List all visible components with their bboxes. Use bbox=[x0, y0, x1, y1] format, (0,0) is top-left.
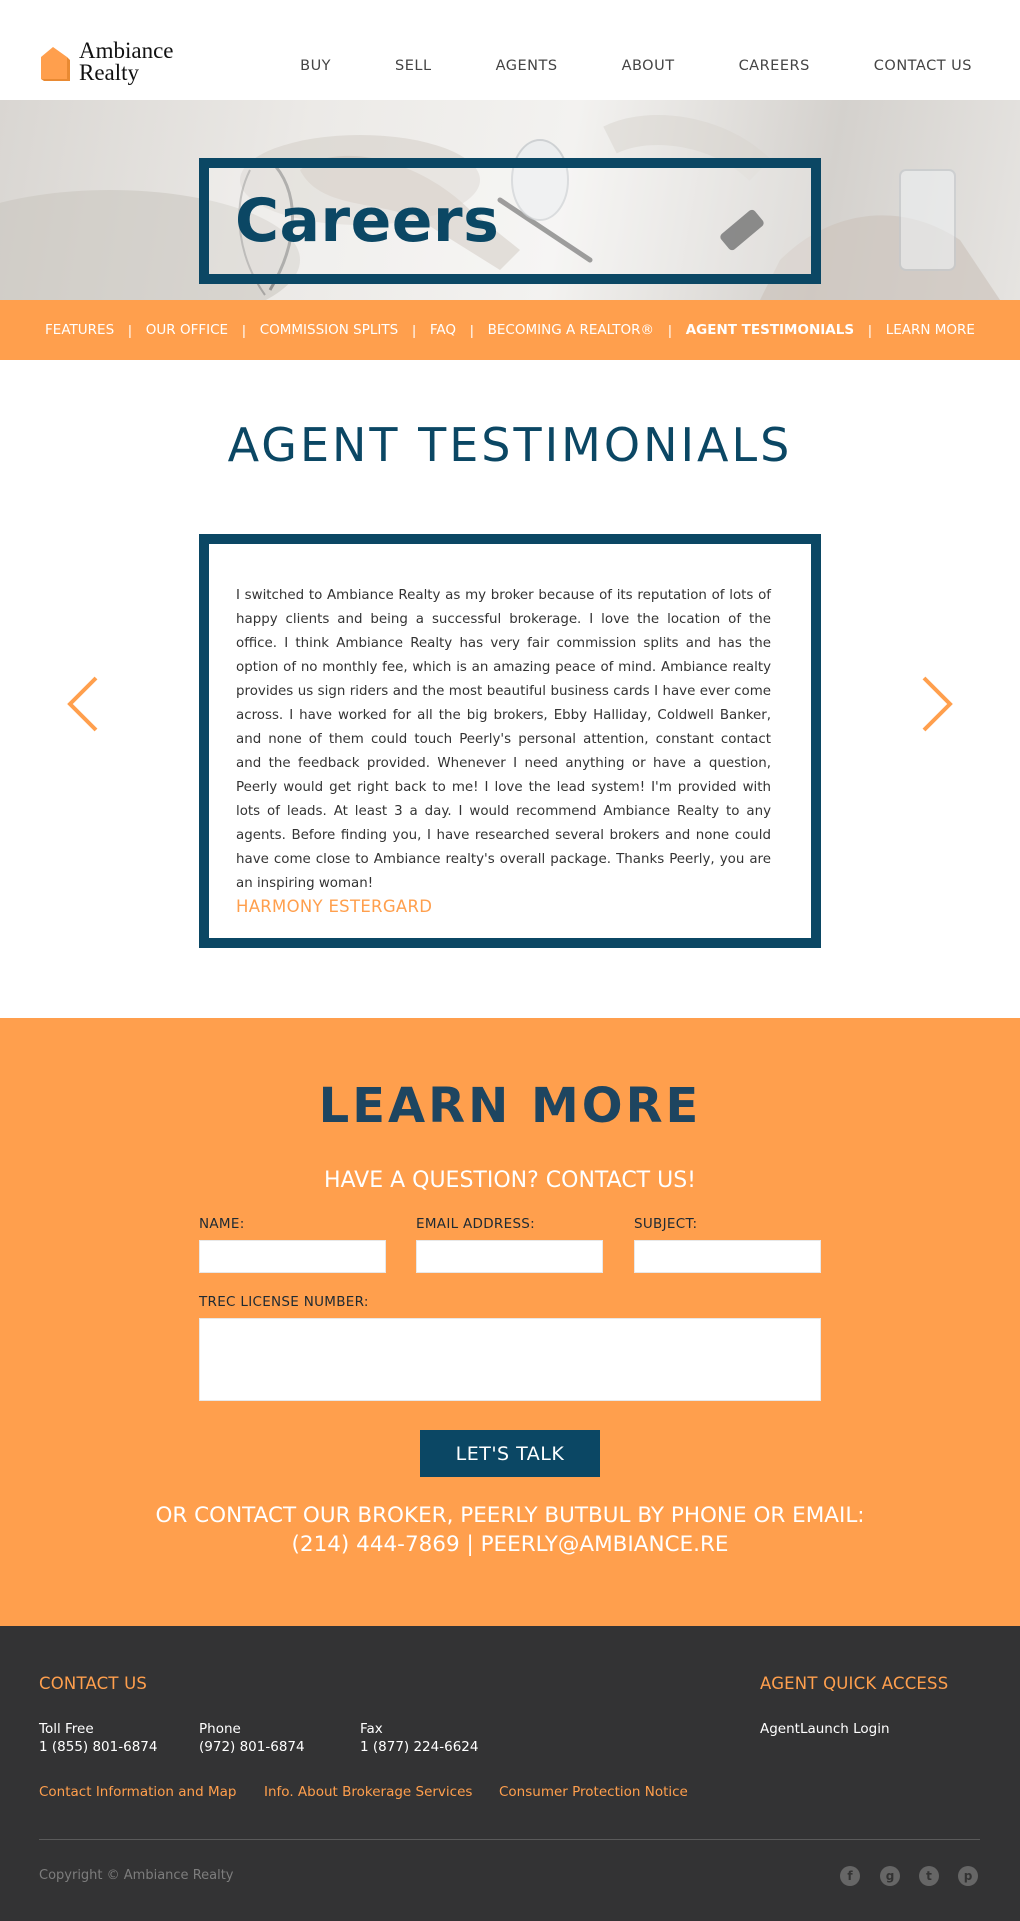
nav-sell[interactable]: SELL bbox=[395, 58, 432, 74]
nav-buy[interactable]: BUY bbox=[300, 58, 331, 74]
phone-label: Phone bbox=[199, 1721, 241, 1737]
logo-line-1: Ambiance bbox=[79, 38, 174, 63]
fax-label: Fax bbox=[360, 1721, 383, 1737]
subnav-learn-more[interactable]: LEARN MORE bbox=[886, 322, 975, 338]
chevron-left-icon bbox=[67, 676, 98, 732]
toll-free-block: Toll Free 1 (855) 801-6874 bbox=[39, 1720, 157, 1756]
section-subnav: FEATURES | OUR OFFICE | COMMISSION SPLIT… bbox=[0, 300, 1020, 360]
email-label: EMAIL ADDRESS: bbox=[416, 1216, 536, 1232]
footer-divider bbox=[39, 1839, 980, 1840]
pinterest-icon[interactable]: p bbox=[958, 1866, 978, 1886]
broker-contact-line: OR CONTACT OUR BROKER, PEERLY BUTBUL BY … bbox=[155, 1503, 865, 1528]
hero-title-frame: Careers bbox=[199, 158, 821, 284]
lets-talk-button[interactable]: LET'S TALK bbox=[420, 1430, 600, 1477]
main-nav: BUY SELL AGENTS ABOUT CAREERS CONTACT US bbox=[236, 58, 972, 74]
toll-free-number[interactable]: 1 (855) 801-6874 bbox=[39, 1738, 157, 1756]
subnav-separator: | bbox=[470, 322, 474, 338]
logo[interactable]: Ambiance Realty bbox=[39, 38, 174, 85]
subnav-becoming-a-realtor[interactable]: BECOMING A REALTOR® bbox=[488, 322, 654, 338]
subnav-features[interactable]: FEATURES bbox=[45, 322, 114, 338]
fax-block: Fax 1 (877) 224-6624 bbox=[360, 1720, 478, 1756]
fax-number: 1 (877) 224-6624 bbox=[360, 1739, 479, 1755]
site-header: Ambiance Realty BUY SELL AGENTS ABOUT CA… bbox=[0, 0, 1020, 100]
site-footer: CONTACT US Toll Free 1 (855) 801-6874 Ph… bbox=[0, 1626, 1020, 1921]
agentlaunch-login-link[interactable]: AgentLaunch Login bbox=[760, 1720, 890, 1738]
nav-agents[interactable]: AGENTS bbox=[496, 58, 558, 74]
hero-banner: Careers bbox=[0, 100, 1020, 300]
twitter-icon[interactable]: t bbox=[919, 1866, 939, 1886]
subnav-separator: | bbox=[668, 322, 672, 338]
testimonial-quote: I switched to Ambiance Realty as my brok… bbox=[236, 588, 771, 891]
contact-info-map-link[interactable]: Contact Information and Map bbox=[39, 1784, 236, 1800]
footer-contact-heading: CONTACT US bbox=[39, 1674, 148, 1693]
testimonial-prev-button[interactable] bbox=[64, 672, 104, 736]
name-field[interactable] bbox=[199, 1240, 386, 1273]
learn-more-section: LEARN MORE HAVE A QUESTION? CONTACT US! … bbox=[0, 1018, 1020, 1626]
name-label: NAME: bbox=[199, 1216, 245, 1232]
learn-more-subheading: HAVE A QUESTION? CONTACT US! bbox=[323, 1168, 697, 1193]
toll-free-label: Toll Free bbox=[39, 1721, 94, 1737]
subnav-separator: | bbox=[868, 322, 872, 338]
consumer-protection-link[interactable]: Consumer Protection Notice bbox=[499, 1784, 688, 1800]
phone-block: Phone (972) 801-6874 bbox=[199, 1720, 305, 1756]
subject-label: SUBJECT: bbox=[634, 1216, 698, 1232]
testimonials-heading: AGENT TESTIMONIALS bbox=[227, 418, 793, 472]
phone-number[interactable]: (972) 801-6874 bbox=[199, 1738, 305, 1756]
house-logo-icon bbox=[39, 43, 71, 81]
testimonial-card: I switched to Ambiance Realty as my brok… bbox=[199, 534, 821, 948]
copyright: Copyright © Ambiance Realty bbox=[39, 1868, 234, 1883]
subnav-separator: | bbox=[128, 322, 132, 338]
nav-contact-us[interactable]: CONTACT US bbox=[874, 58, 972, 74]
subnav-agent-testimonials[interactable]: AGENT TESTIMONIALS bbox=[686, 322, 854, 338]
trec-license-label: TREC LICENSE NUMBER: bbox=[199, 1294, 369, 1310]
logo-line-2: Realty bbox=[79, 60, 140, 85]
nav-about[interactable]: ABOUT bbox=[622, 58, 675, 74]
broker-phone-email[interactable]: (214) 444-7869 | PEERLY@AMBIANCE.RE bbox=[0, 1532, 1020, 1557]
nav-careers[interactable]: CAREERS bbox=[739, 58, 810, 74]
testimonial-next-button[interactable] bbox=[916, 672, 956, 736]
subject-field[interactable] bbox=[634, 1240, 821, 1273]
email-field[interactable] bbox=[416, 1240, 603, 1273]
trec-license-field[interactable] bbox=[199, 1318, 821, 1401]
chevron-right-icon bbox=[922, 676, 953, 732]
subnav-separator: | bbox=[412, 322, 416, 338]
subnav-commission-splits[interactable]: COMMISSION SPLITS bbox=[260, 322, 399, 338]
testimonial-author: HARMONY ESTERGARD bbox=[236, 897, 433, 916]
subnav-faq[interactable]: FAQ bbox=[430, 322, 456, 338]
facebook-icon[interactable]: f bbox=[840, 1866, 860, 1886]
google-plus-icon[interactable]: g bbox=[880, 1866, 900, 1886]
brokerage-services-link[interactable]: Info. About Brokerage Services bbox=[264, 1784, 472, 1800]
page-title: Careers bbox=[235, 186, 500, 256]
logo-text: Ambiance Realty bbox=[79, 38, 174, 85]
subnav-our-office[interactable]: OUR OFFICE bbox=[146, 322, 228, 338]
learn-more-heading: LEARN MORE bbox=[318, 1078, 702, 1134]
subnav-separator: | bbox=[242, 322, 246, 338]
agent-quick-access-heading: AGENT QUICK ACCESS bbox=[760, 1674, 949, 1693]
